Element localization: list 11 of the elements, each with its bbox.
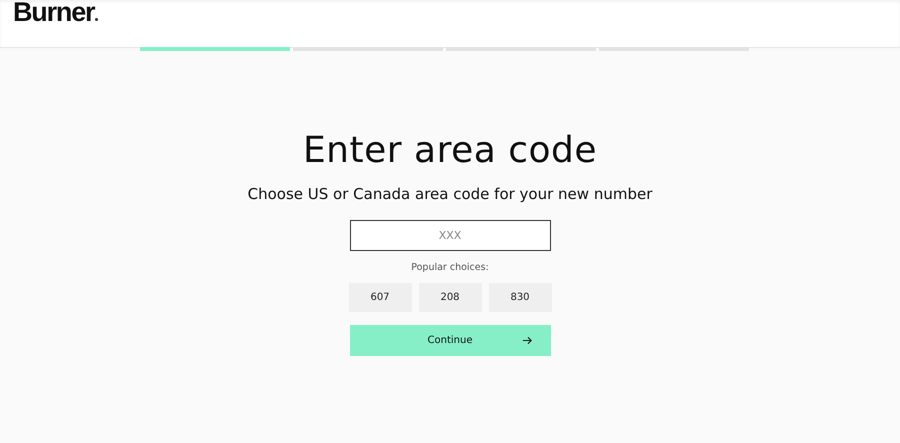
logo[interactable]: Burner (13, 0, 94, 24)
area-code-field[interactable]: XXX (350, 220, 550, 251)
arrow-icon (522, 335, 532, 346)
subtitle: Choose US or Canada area code for your new number (248, 184, 652, 204)
area-code-choice[interactable]: 607 (348, 283, 412, 312)
area-code-choice[interactable]: 208 (418, 283, 482, 312)
page-title: Enter area code (302, 129, 598, 173)
area-code-choice[interactable]: 830 (488, 283, 552, 312)
continue-button[interactable]: Continue (350, 325, 550, 356)
popular-choices-label: Popular choices: (411, 262, 489, 274)
logo-dot-icon (95, 18, 98, 21)
